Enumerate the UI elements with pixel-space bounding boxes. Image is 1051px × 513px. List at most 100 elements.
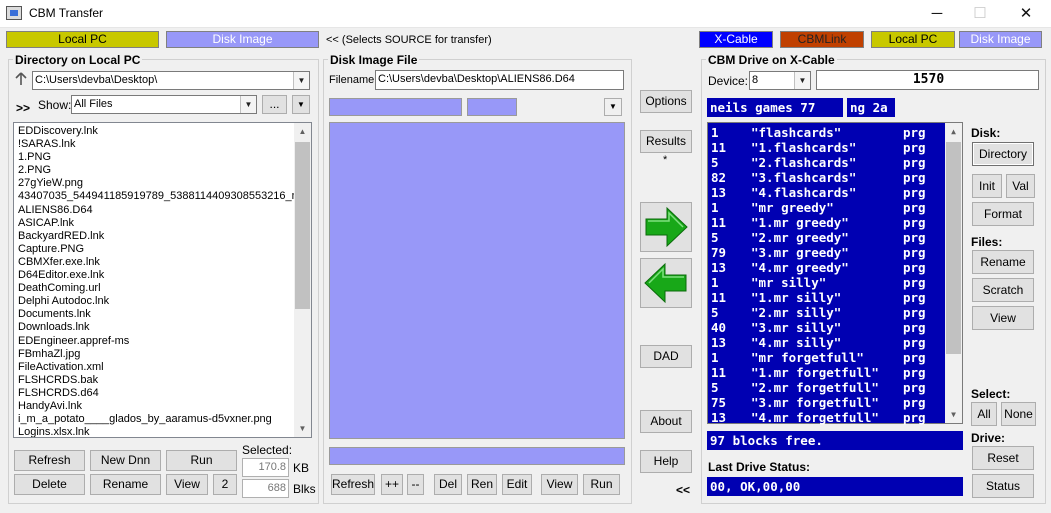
init-button[interactable]: Init [972,174,1002,198]
image-view-button[interactable]: View [541,474,578,495]
directory-entry[interactable]: 13 "4.mr greedy" prg [711,260,947,275]
maximize-icon[interactable]: ☐ [957,0,1003,28]
back-symbol[interactable]: << [676,483,690,497]
list-item[interactable]: 27gYieW.png [14,177,294,190]
directory-entry[interactable]: 79 "3.mr greedy" prg [711,245,947,260]
list-item[interactable]: Capture.PNG [14,243,294,256]
list-item[interactable]: i_m_a_potato____glados_by_aaramus-d5vxne… [14,413,294,426]
disk-id-field[interactable] [467,98,517,116]
directory-entry[interactable]: 5 "2.mr greedy" prg [711,230,947,245]
image-minusminus-button[interactable]: -- [407,474,424,495]
drive-directory-list[interactable]: 1 "flashcards" prg 11 "1.flashcards" prg 5 "2.f… [707,122,963,425]
local-path-combo[interactable]: C:\Users\devba\Desktop\ ▼ [32,71,310,90]
local-rename-button[interactable]: Rename [90,474,161,495]
directory-entry[interactable]: 1 "mr forgetfull" prg [711,350,947,365]
list-item[interactable]: EDDiscovery.lnk [14,125,294,138]
list-item[interactable]: EDEngineer.appref-ms [14,335,294,348]
local-file-scrollbar[interactable]: ▲ ▼ [294,123,311,437]
show-filter-combo[interactable]: All Files ▼ [71,95,257,114]
image-run-button[interactable]: Run [583,474,620,495]
chevron-down-icon[interactable]: ▼ [293,72,309,89]
scratch-button[interactable]: Scratch [972,278,1034,302]
chevron-down-icon[interactable]: ▼ [604,98,622,116]
chevron-down-icon[interactable]: ▼ [240,96,256,113]
image-refresh-button[interactable]: Refresh [331,474,375,495]
list-item[interactable]: ASICAP.lnk [14,217,294,230]
local-run-button[interactable]: Run [166,450,237,471]
list-item[interactable]: FileActivation.xml [14,361,294,374]
list-item[interactable]: 43407035_544941185919789_538811440930855… [14,190,294,203]
list-item[interactable]: BackyardRED.lnk [14,230,294,243]
local-2-button[interactable]: 2 [213,474,237,495]
disk-image-list[interactable] [329,122,625,439]
device-combo[interactable]: 8 ▼ [749,71,811,90]
source-local-pc-button[interactable]: Local PC [6,31,159,48]
format-button[interactable]: Format [972,202,1034,226]
local-delete-button[interactable]: Delete [14,474,85,495]
browse-button[interactable]: ... [262,95,287,114]
list-item[interactable]: Downloads.lnk [14,321,294,334]
directory-entry[interactable]: 11 "1.mr greedy" prg [711,215,947,230]
list-item[interactable]: D64Editor.exe.lnk [14,269,294,282]
up-arrow-icon[interactable] [15,72,27,86]
directory-entry[interactable]: 13 "4.mr silly" prg [711,335,947,350]
list-item[interactable]: Logins.xlsx.lnk [14,426,294,437]
list-item[interactable]: 1.PNG [14,151,294,164]
forward-symbol[interactable]: >> [16,101,30,115]
results-button[interactable]: Results [640,130,692,153]
list-item[interactable]: HandyAvi.lnk [14,400,294,413]
directory-button[interactable]: Directory [972,142,1034,166]
local-refresh-button[interactable]: Refresh [14,450,85,471]
list-item[interactable]: 2.PNG [14,164,294,177]
dad-button[interactable]: DAD [640,345,692,368]
right-arrow-icon[interactable] [640,202,692,252]
close-icon[interactable]: ✕ [1003,0,1049,28]
cbmlink-button[interactable]: CBMLink [780,31,864,48]
scroll-up-icon[interactable]: ▲ [945,123,962,140]
options-button[interactable]: Options [640,90,692,113]
about-button[interactable]: About [640,410,692,433]
directory-entry[interactable]: 5 "2.flashcards" prg [711,155,947,170]
reset-button[interactable]: Reset [972,446,1034,470]
directory-entry[interactable]: 1 "mr greedy" prg [711,200,947,215]
scroll-thumb[interactable] [946,142,961,354]
image-ren-button[interactable]: Ren [467,474,497,495]
select-all-button[interactable]: All [971,402,997,426]
scroll-thumb[interactable] [295,142,310,309]
filename-field[interactable]: C:\Users\devba\Desktop\ALIENS86.D64 [375,70,624,90]
list-item[interactable]: CBMXfer.exe.lnk [14,256,294,269]
image-plusplus-button[interactable]: ++ [381,474,403,495]
scroll-up-icon[interactable]: ▲ [294,123,311,140]
directory-entry[interactable]: 5 "2.mr forgetfull" prg [711,380,947,395]
directory-entry[interactable]: 13 "4.mr forgetfull" prg [711,410,947,425]
image-edit-button[interactable]: Edit [502,474,532,495]
help-button[interactable]: Help [640,450,692,473]
new-dnn-button[interactable]: New Dnn [90,450,161,471]
chevron-down-icon[interactable]: ▼ [794,72,810,89]
directory-entry[interactable]: 5 "2.mr silly" prg [711,305,947,320]
image-del-button[interactable]: Del [434,474,462,495]
drive-view-button[interactable]: View [972,306,1034,330]
list-item[interactable]: FLSHCRDS.bak [14,374,294,387]
select-none-button[interactable]: None [1001,402,1036,426]
local-view-button[interactable]: View [166,474,208,495]
left-arrow-icon[interactable] [640,258,692,308]
directory-entry[interactable]: 11 "1.mr forgetfull" prg [711,365,947,380]
source-disk-image-button[interactable]: Disk Image [166,31,319,48]
directory-entry[interactable]: 82 "3.flashcards" prg [711,170,947,185]
xcable-button[interactable]: X-Cable [699,31,773,48]
disk-name-field[interactable] [329,98,462,116]
target-disk-image-button[interactable]: Disk Image [959,31,1042,48]
directory-entry[interactable]: 11 "1.flashcards" prg [711,140,947,155]
list-item[interactable]: Delphi Autodoc.lnk [14,295,294,308]
list-item[interactable]: FLSHCRDS.d64 [14,387,294,400]
list-item[interactable]: !SARAS.lnk [14,138,294,151]
drive-scrollbar[interactable]: ▲ ▼ [945,123,962,423]
chevron-down-icon[interactable]: ▼ [292,95,310,114]
local-file-list[interactable]: EDDiscovery.lnk !SARAS.lnk 1.PNG 2.PNG 27gYi… [13,122,312,438]
directory-entry[interactable]: 1 "flashcards" prg [711,125,947,140]
list-item[interactable]: DeathComing.url [14,282,294,295]
directory-entry[interactable]: 13 "4.flashcards" prg [711,185,947,200]
target-local-pc-button[interactable]: Local PC [871,31,955,48]
scroll-down-icon[interactable]: ▼ [945,406,962,423]
